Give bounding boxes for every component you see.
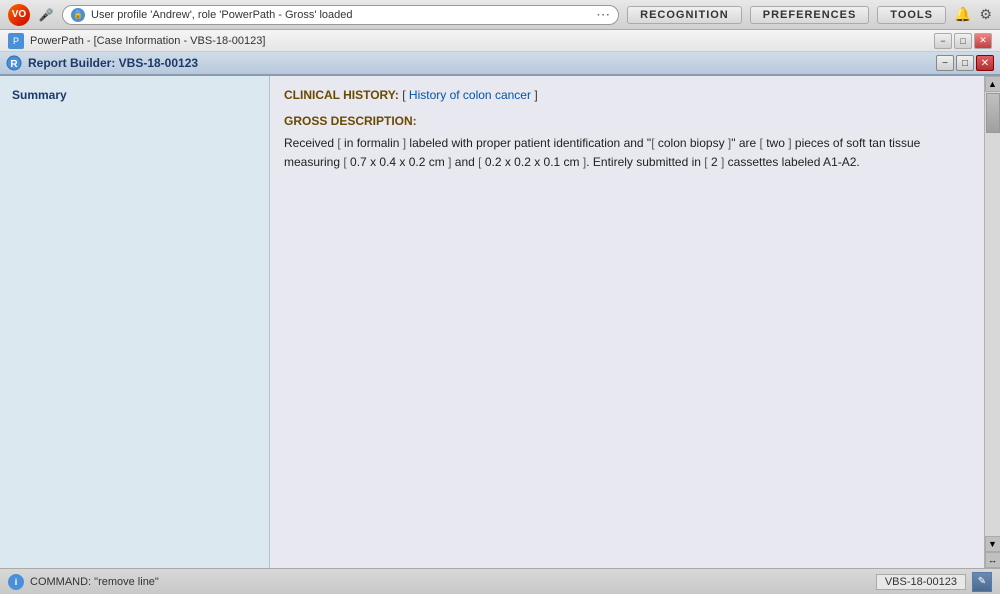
status-bar: i COMMAND: "remove line" VBS-18-00123 ✎ [0,568,1000,594]
report-builder-icon: R [6,55,22,71]
recognition-button[interactable]: RECOGNITION [627,6,742,24]
sidebar-item-summary[interactable]: Summary [8,84,261,106]
app-window-controls: − □ ✕ [934,33,992,49]
gross-description-label: GROSS DESCRIPTION: [284,114,970,128]
bracket7: [ [343,155,346,169]
app-maximize-button[interactable]: □ [954,33,972,49]
bracket10: ] [583,155,586,169]
report-builder-bar: R Report Builder: VBS-18-00123 − □ ✕ [0,52,1000,76]
bracket8: ] [448,155,451,169]
microphone-icon[interactable]: 🎤 [38,7,54,23]
report-close-button[interactable]: ✕ [976,55,994,71]
report-minimize-button[interactable]: − [936,55,954,71]
notification-icon[interactable]: 🔔 [954,6,971,23]
bracket2: ] [403,136,406,150]
clinical-history-label: CLINICAL HISTORY: [284,88,399,102]
extension-icon[interactable]: ⚙ [979,6,992,23]
report-maximize-button[interactable]: □ [956,55,974,71]
bracket4: ] [728,136,731,150]
clinical-history-section: CLINICAL HISTORY: [ History of colon can… [284,88,970,102]
bracket1: [ [337,136,340,150]
clinical-history-value: History of colon cancer [409,88,531,102]
app-title: PowerPath - [Case Information - VBS-18-0… [30,35,928,47]
bracket5: [ [760,136,763,150]
app-close-button[interactable]: ✕ [974,33,992,49]
app-minimize-button[interactable]: − [934,33,952,49]
sidebar: Summary [0,76,270,568]
bracket11: [ [704,155,707,169]
clinical-bracket-close: ] [534,88,537,102]
vertical-scrollbar[interactable]: ▲ ▼ ↔ [984,76,1000,568]
main-layout: Summary CLINICAL HISTORY: [ History of c… [0,76,1000,568]
scroll-corner: ↔ [985,552,1000,568]
browser-logo-icon: VO [8,4,30,26]
bracket9: [ [478,155,481,169]
address-menu-icon[interactable]: ⋯ [596,6,610,23]
report-window-controls: − □ ✕ [936,55,994,71]
gross-description-section: GROSS DESCRIPTION: Received [ in formali… [284,114,970,172]
site-security-icon: 🔒 [71,8,85,22]
scroll-thumb[interactable] [986,93,1000,133]
bracket3: [ [651,136,654,150]
status-command-text: COMMAND: "remove line" [30,576,870,588]
bracket12: ] [721,155,724,169]
app-logo-icon: P [8,33,24,49]
gross-line2: measuring [ 0.7 x 0.4 x 0.2 cm ] and [ 0… [284,155,860,169]
content-area: CLINICAL HISTORY: [ History of colon can… [270,76,984,568]
status-edit-button[interactable]: ✎ [972,572,992,592]
address-bar: 🔒 User profile 'Andrew', role 'PowerPath… [62,5,619,25]
scroll-track [985,92,1000,536]
scroll-up-button[interactable]: ▲ [985,76,1000,92]
clinical-bracket-open: [ [402,88,409,102]
report-builder-title: Report Builder: VBS-18-00123 [28,56,930,70]
tools-button[interactable]: TOOLS [877,6,946,24]
gross-description-content: Received [ in formalin ] labeled with pr… [284,134,970,172]
status-info-icon: i [8,574,24,590]
gross-line1: Received [ in formalin ] labeled with pr… [284,136,920,150]
status-case-id: VBS-18-00123 [876,574,966,590]
svg-text:R: R [10,59,18,70]
preferences-button[interactable]: PREFERENCES [750,6,870,24]
bracket6: ] [788,136,791,150]
app-title-bar: P PowerPath - [Case Information - VBS-18… [0,30,1000,52]
address-text: User profile 'Andrew', role 'PowerPath -… [91,9,590,21]
browser-bar: VO 🎤 🔒 User profile 'Andrew', role 'Powe… [0,0,1000,30]
scroll-down-button[interactable]: ▼ [985,536,1000,552]
